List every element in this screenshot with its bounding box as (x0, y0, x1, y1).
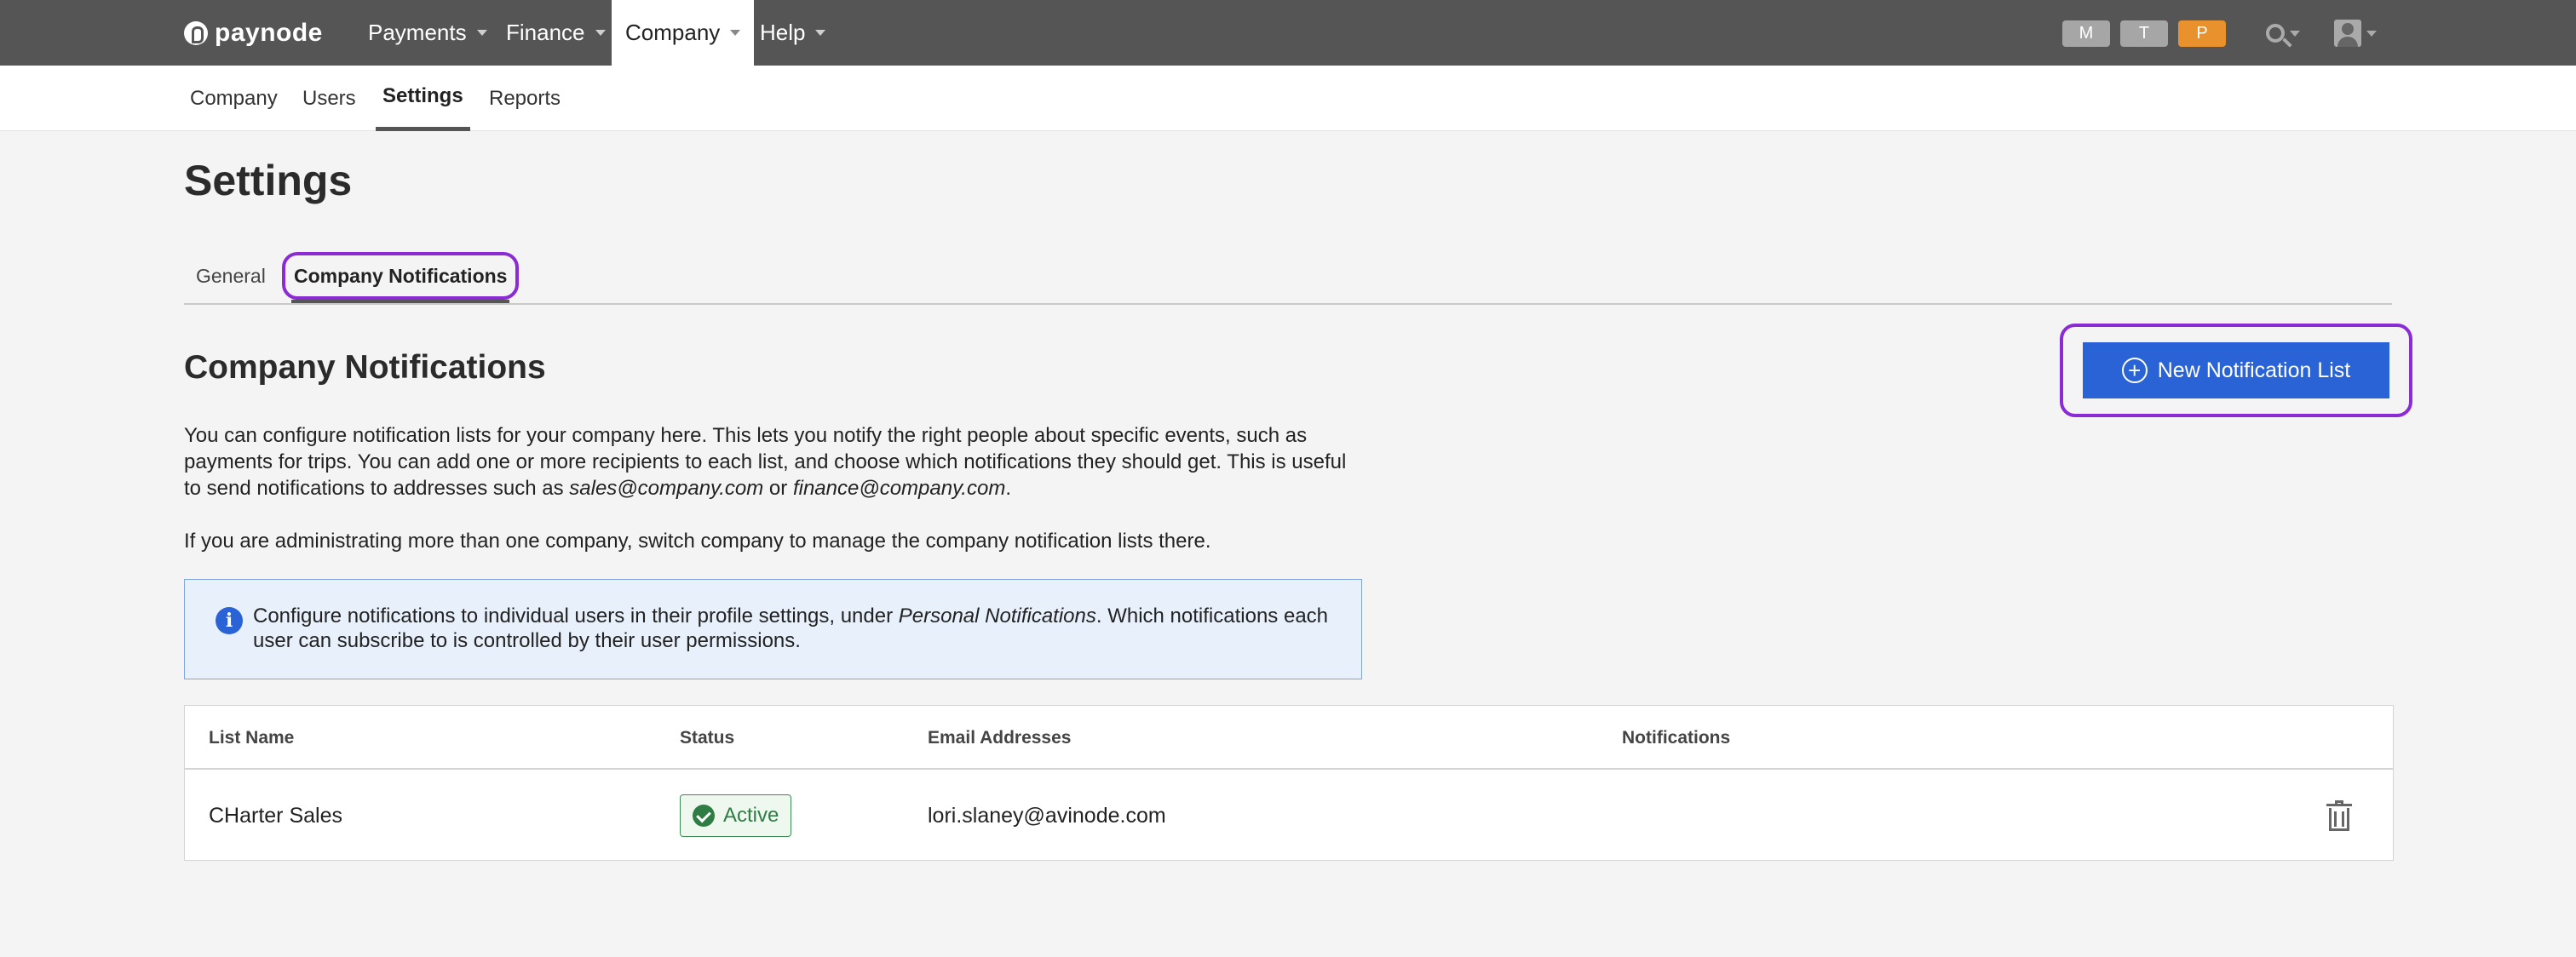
delete-trash-icon[interactable] (2326, 800, 2352, 831)
chevron-down-icon (476, 30, 487, 36)
column-header-list-name: List Name (209, 727, 295, 748)
top-navigation-bar: paynode Payments Finance Company Help M … (0, 0, 2576, 66)
tab-general[interactable]: General (196, 252, 266, 300)
nav-help-label: Help (760, 20, 806, 45)
user-menu[interactable] (2334, 19, 2377, 48)
notification-lists-table: List Name Status Email Addresses Notific… (184, 705, 2394, 861)
info-callout: i Configure notifications to individual … (184, 579, 1362, 679)
table-header: List Name Status Email Addresses Notific… (185, 706, 2393, 770)
chevron-down-icon (730, 30, 741, 36)
search-icon (2266, 24, 2285, 43)
section-description: You can configure notification lists for… (184, 422, 1360, 501)
description-or: or (763, 477, 793, 500)
section-title: Company Notifications (184, 349, 546, 386)
row-email: lori.slaney@avinode.com (928, 803, 1166, 828)
sub-navigation: Company Users Settings Reports (0, 66, 2576, 131)
column-header-notifications: Notifications (1622, 727, 1731, 748)
nav-payments[interactable]: Payments (368, 0, 487, 66)
nav-finance-label: Finance (506, 20, 585, 45)
subnav-settings[interactable]: Settings (376, 66, 470, 131)
paynode-logo-icon (184, 21, 208, 45)
subnav-company[interactable]: Company (183, 66, 285, 131)
plus-circle-icon: + (2121, 358, 2148, 383)
page-title: Settings (184, 157, 353, 204)
new-notification-list-label: New Notification List (2157, 358, 2351, 382)
nav-payments-label: Payments (368, 20, 467, 45)
new-notification-list-button[interactable]: + New Notification List (2083, 342, 2389, 398)
chevron-down-icon (2366, 30, 2377, 37)
subnav-reports[interactable]: Reports (482, 66, 567, 131)
status-badge: Active (680, 794, 792, 837)
subnav-users[interactable]: Users (296, 66, 363, 131)
info-text: Configure notifications to individual us… (253, 604, 1343, 653)
example-email-sales: sales@company.com (569, 477, 764, 500)
info-text-part1: Configure notifications to individual us… (253, 605, 899, 627)
personal-notifications-emphasis: Personal Notifications (898, 605, 1096, 627)
info-icon: i (216, 607, 243, 634)
tab-company-notifications[interactable]: Company Notifications (282, 252, 520, 300)
column-header-email-addresses: Email Addresses (928, 727, 1072, 748)
tabs-divider (184, 303, 2392, 305)
nav-company-label: Company (625, 20, 721, 45)
badge-t[interactable]: T (2120, 20, 2168, 47)
nav-help[interactable]: Help (760, 0, 826, 66)
row-list-name[interactable]: CHarter Sales (209, 771, 342, 860)
badge-p[interactable]: P (2178, 20, 2226, 47)
nav-finance[interactable]: Finance (506, 0, 606, 66)
chevron-down-icon (2290, 30, 2300, 37)
user-icon (2334, 20, 2361, 47)
chevron-down-icon (595, 30, 606, 36)
new-notification-list-highlight: + New Notification List (2060, 324, 2412, 417)
column-header-status: Status (680, 727, 735, 748)
logo-text: paynode (215, 19, 323, 47)
row-status: Active (680, 771, 792, 860)
description-end: . (1005, 477, 1011, 500)
nav-company[interactable]: Company (612, 0, 755, 66)
multi-company-note: If you are administrating more than one … (184, 530, 1211, 553)
search-menu[interactable] (2266, 19, 2300, 48)
chevron-down-icon (815, 30, 826, 36)
badge-m[interactable]: M (2062, 20, 2110, 47)
paynode-logo[interactable]: paynode (184, 17, 323, 49)
check-circle-icon (693, 805, 715, 827)
status-label: Active (723, 804, 779, 827)
example-email-finance: finance@company.com (792, 477, 1006, 500)
